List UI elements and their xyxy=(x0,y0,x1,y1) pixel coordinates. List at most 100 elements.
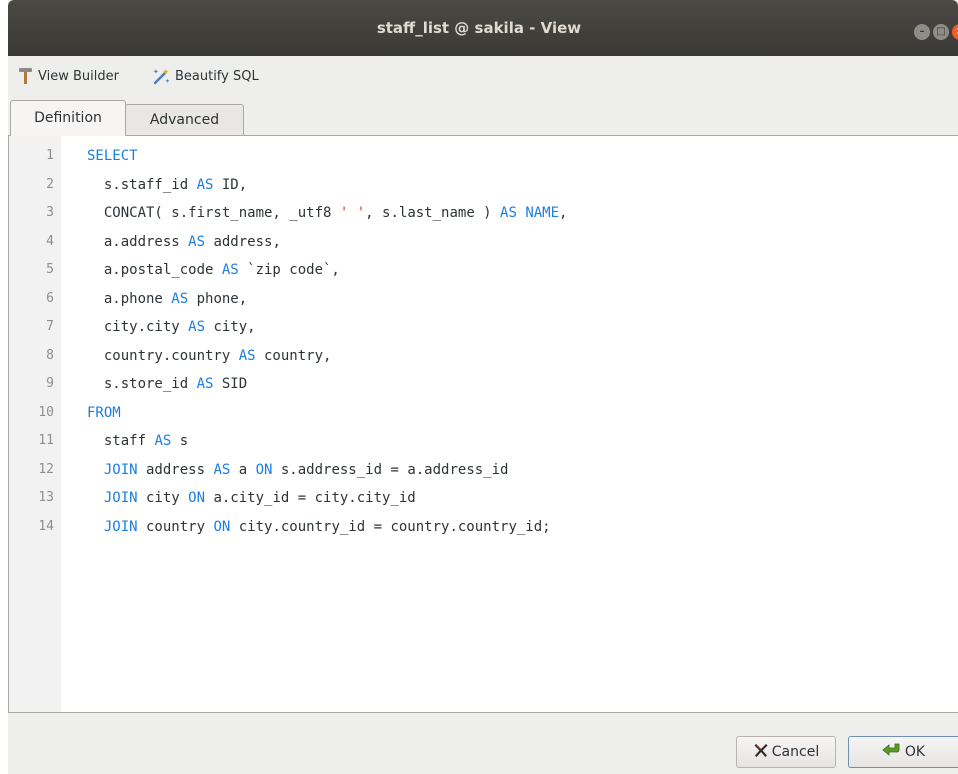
code-line: 10 FROM xyxy=(9,399,958,428)
line-number: 2 xyxy=(46,176,54,192)
sql-keyword: AS xyxy=(500,205,517,221)
cancel-label: Cancel xyxy=(771,744,820,760)
code-text: a.postal_code AS `zip code`, xyxy=(87,256,340,285)
sql-keyword: AS xyxy=(221,262,239,278)
hammer-icon xyxy=(18,67,34,85)
sql-keyword: AS xyxy=(196,376,214,392)
line-number: 12 xyxy=(38,461,54,477)
ok-label: OK xyxy=(904,744,926,760)
tab-definition[interactable]: Definition xyxy=(10,100,126,136)
sql-token: a.city_id = city.city_id xyxy=(205,490,416,506)
line-number: 14 xyxy=(38,518,54,534)
sql-token: s.staff_id xyxy=(87,176,197,193)
sql-token: a.postal_code xyxy=(87,262,222,278)
line-number: 1 xyxy=(46,148,54,163)
code-line: 7 city.city AS city, xyxy=(9,313,958,342)
code-text: country.country AS country, xyxy=(87,342,332,371)
sql-keyword: JOIN xyxy=(103,518,138,535)
close-button[interactable]: × xyxy=(952,24,958,40)
sql-token: , xyxy=(559,205,568,221)
line-number: 6 xyxy=(46,290,54,306)
sql-token: s.store_id xyxy=(87,376,197,392)
window-title: staff_list @ sakila - View xyxy=(376,19,582,37)
sql-keyword: AS xyxy=(188,233,206,250)
line-number: 5 xyxy=(46,262,54,277)
sql-keyword: ON xyxy=(188,490,206,506)
sql-token: a.address xyxy=(87,233,189,250)
sql-token: CONCAT( s.first_name, _utf8 xyxy=(87,205,340,221)
code-line: 1 SELECT xyxy=(9,142,958,171)
sql-editor[interactable]: 1 SELECT 2 s.staff_id AS ID, 3 CONCAT( s.fi… xyxy=(8,135,958,713)
sql-token: `zip code`, xyxy=(238,262,340,278)
code-line: 9 s.store_id AS SID xyxy=(9,370,958,399)
view-builder-button[interactable]: View Builder xyxy=(18,67,119,85)
maximize-button[interactable]: □ xyxy=(933,24,949,40)
svg-text:✦: ✦ xyxy=(162,68,170,78)
green-arrow-icon xyxy=(882,742,902,762)
code-area[interactable]: 1 SELECT 2 s.staff_id AS ID, 3 CONCAT( s.fi… xyxy=(9,142,958,541)
sql-token: address xyxy=(137,461,214,478)
sql-token: s xyxy=(171,433,189,449)
tab-advanced[interactable]: Advanced xyxy=(125,104,244,135)
line-number: 4 xyxy=(46,233,54,249)
svg-text:✦: ✦ xyxy=(153,68,159,76)
dialog-buttons: Cancel OK xyxy=(736,736,958,768)
sql-keyword: AS xyxy=(238,347,256,364)
sql-string: ' ' xyxy=(339,205,366,221)
code-line: 11 staff AS s xyxy=(9,427,958,456)
code-text: s.staff_id AS ID, xyxy=(87,171,247,200)
ok-button[interactable]: OK xyxy=(848,736,958,768)
code-line: 2 s.staff_id AS ID, xyxy=(9,171,958,200)
line-number: 3 xyxy=(46,205,54,220)
sql-keyword: ON xyxy=(213,518,231,535)
sql-keyword: FROM xyxy=(87,404,121,421)
sql-token: city.city xyxy=(87,319,189,335)
code-line: 13 JOIN city ON a.city_id = city.city_id xyxy=(9,484,958,513)
sql-keyword: AS xyxy=(171,290,189,307)
sql-keyword: SELECT xyxy=(87,148,138,164)
line-number: 11 xyxy=(38,433,54,448)
code-text: CONCAT( s.first_name, _utf8 ' ', s.last_… xyxy=(87,199,568,228)
line-number: 7 xyxy=(46,319,54,334)
sql-keyword: AS xyxy=(188,319,206,335)
sql-token: city.country_id = country.country_id; xyxy=(230,518,551,535)
sql-token: SID xyxy=(213,376,248,392)
code-text: JOIN country ON city.country_id = countr… xyxy=(87,513,551,542)
code-line: 5 a.postal_code AS `zip code`, xyxy=(9,256,958,285)
cancel-button[interactable]: Cancel xyxy=(736,736,836,768)
beautify-sql-label: Beautify SQL xyxy=(174,68,259,84)
sql-token: address, xyxy=(205,233,281,250)
tab-bar: Definition Advanced xyxy=(8,100,958,136)
sql-token: city, xyxy=(205,319,256,335)
beautify-sql-button[interactable]: ✦ ✦ ✦ Beautify SQL xyxy=(151,67,259,85)
sql-keyword: AS xyxy=(154,433,172,449)
maximize-icon: □ xyxy=(936,26,946,37)
sql-token: country xyxy=(137,518,214,535)
sql-keyword: ON xyxy=(255,461,273,478)
code-text: SELECT xyxy=(87,142,138,171)
minimize-icon: – xyxy=(919,26,925,37)
sql-token: s.address_id = a.address_id xyxy=(272,461,509,478)
code-text: city.city AS city, xyxy=(87,313,256,342)
code-text: a.address AS address, xyxy=(87,228,281,257)
code-text: s.store_id AS SID xyxy=(87,370,247,399)
code-line: 12 JOIN address AS a ON s.address_id = a… xyxy=(9,456,958,485)
svg-text:✦: ✦ xyxy=(165,78,170,85)
sql-token: staff xyxy=(87,433,155,449)
title-bar[interactable]: staff_list @ sakila - View – □ × xyxy=(8,0,958,56)
sql-keyword: AS xyxy=(196,176,214,193)
view-builder-label: View Builder xyxy=(38,68,119,84)
magic-wand-icon: ✦ ✦ ✦ xyxy=(151,67,171,85)
sql-token: country.country xyxy=(87,347,239,364)
code-text: staff AS s xyxy=(87,427,188,456)
sql-keyword: NAME xyxy=(525,205,560,221)
code-line: 3 CONCAT( s.first_name, _utf8 ' ', s.las… xyxy=(9,199,958,228)
view-dialog: staff_list @ sakila - View – □ × View Bu… xyxy=(8,0,958,774)
x-icon xyxy=(753,742,769,762)
sql-token: a xyxy=(230,461,256,478)
minimize-button[interactable]: – xyxy=(914,24,930,40)
sql-token: a.phone xyxy=(87,290,172,307)
